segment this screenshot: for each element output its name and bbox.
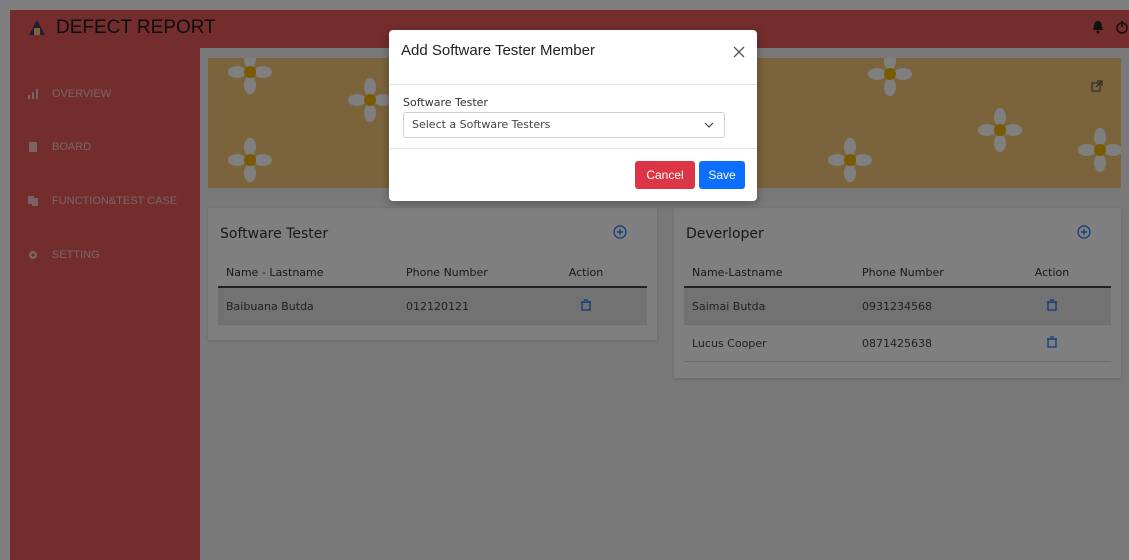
- cancel-button[interactable]: Cancel: [635, 161, 695, 189]
- chevron-down-icon: [704, 122, 714, 128]
- field-label: Software Tester: [403, 96, 488, 109]
- divider: [389, 84, 757, 85]
- software-tester-select[interactable]: Select a Software Testers: [403, 112, 725, 138]
- save-button[interactable]: Save: [699, 161, 745, 189]
- divider: [389, 148, 757, 149]
- select-placeholder: Select a Software Testers: [412, 118, 551, 131]
- add-tester-modal: Add Software Tester Member Software Test…: [389, 30, 757, 201]
- close-icon[interactable]: [733, 46, 745, 58]
- modal-title: Add Software Tester Member: [401, 42, 595, 59]
